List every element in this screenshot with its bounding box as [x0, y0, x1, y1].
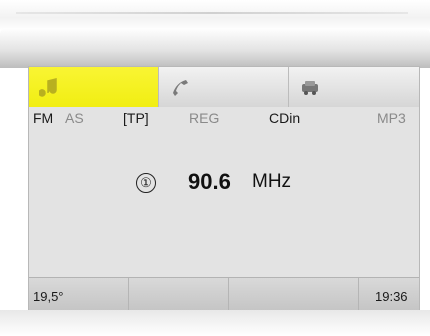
mode-tp[interactable]: [TP] [123, 110, 149, 126]
mode-fm[interactable]: FM [33, 110, 53, 126]
tuner-readout: ① 90.6 MHz [29, 163, 419, 213]
phone-tab-button[interactable] [159, 67, 289, 107]
source-button-row [29, 67, 419, 107]
bottom-housing [0, 310, 430, 336]
display-bezel [0, 28, 430, 68]
source-mode-row: FM AS [TP] REG CDin MP3 [29, 107, 419, 129]
clock-time: 19:36 [375, 289, 408, 304]
navigation-car-icon [299, 77, 321, 97]
navigation-tab-button[interactable] [289, 67, 419, 107]
top-housing [0, 0, 430, 30]
preset-number-badge: ① [136, 173, 156, 193]
mode-cdin[interactable]: CDin [269, 110, 300, 126]
status-bar [29, 277, 419, 311]
audio-tab-button[interactable] [29, 67, 159, 107]
housing-divider [16, 12, 408, 14]
mode-reg[interactable]: REG [189, 110, 219, 126]
status-segment [229, 278, 359, 311]
status-segment [129, 278, 229, 311]
frequency-unit: MHz [252, 171, 292, 192]
mode-mp3[interactable]: MP3 [377, 110, 406, 126]
frequency-value: 90.6 [188, 169, 231, 194]
mode-as[interactable]: AS [65, 110, 84, 126]
music-note-icon [38, 77, 61, 97]
phone-handset-icon [169, 77, 191, 97]
outside-temperature: 19,5° [33, 289, 64, 304]
radio-display: FM AS [TP] REG CDin MP3 ① 90.6 MHz 19,5°… [28, 66, 420, 312]
